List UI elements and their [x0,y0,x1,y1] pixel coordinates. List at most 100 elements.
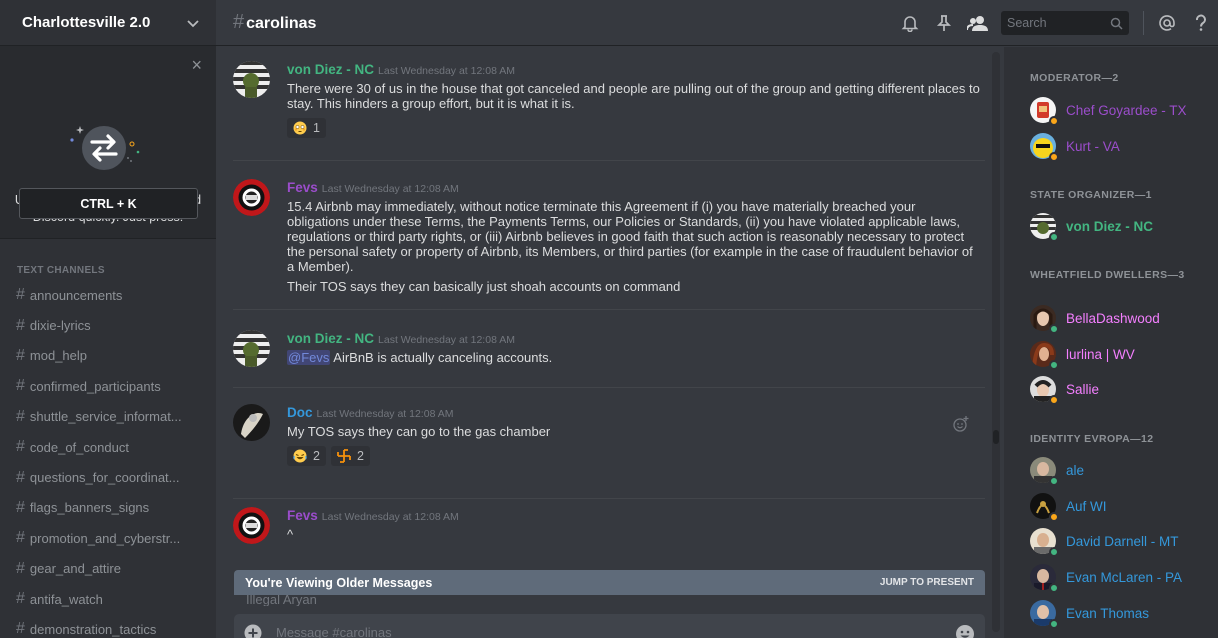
message-timestamp: Last Wednesday at 12:08 AM [378,65,515,77]
member-name: Kurt - VA [1066,138,1120,154]
role-header: IDENTITY EVROPA—12 [1030,433,1154,445]
chevron-down-icon [187,19,199,27]
channel-item[interactable]: # antifa_watch [0,584,216,614]
add-reaction-icon[interactable] [953,416,969,432]
reaction-count: 2 [356,449,364,463]
channel-item[interactable]: # gear_and_attire [0,554,216,584]
upload-plus-icon[interactable] [244,624,262,638]
message-author[interactable]: Doc [287,405,313,420]
member-item[interactable]: BellaDashwood [1030,301,1210,335]
category-text-channels[interactable]: TEXT CHANNELS [0,262,216,280]
older-messages-label: You're Viewing Older Messages [245,575,433,590]
joy-face-icon [293,449,307,463]
member-name: Evan McLaren - PA [1066,569,1183,585]
channel-item[interactable]: # shuttle_service_informat... [0,402,216,432]
avatar[interactable] [233,330,270,367]
status-idle-icon [1049,116,1059,126]
channel-item[interactable]: # announcements [0,280,216,310]
channel-header: # carolinas Search [216,0,1218,46]
member-item[interactable]: Kurt - VA [1030,129,1210,163]
hash-icon: # [16,346,25,364]
message-author[interactable]: Fevs [287,180,318,195]
server-header[interactable]: Charlottesville 2.0 [0,0,216,46]
message-input-placeholder: Message #carolinas [276,625,392,638]
message-text: ^ [287,527,294,542]
search-icon [1110,17,1123,30]
reaction-button[interactable]: 1 [287,118,326,138]
member-item[interactable]: David Darnell - MT [1030,524,1210,558]
channel-item[interactable]: # questions_for_coordinat... [0,462,216,492]
help-icon[interactable] [1184,0,1218,46]
member-item[interactable]: Sallie [1030,372,1210,406]
message-author[interactable]: Fevs [287,508,318,523]
close-icon[interactable]: × [191,56,202,74]
status-idle-icon [1049,152,1059,162]
avatar[interactable] [233,61,270,98]
channel-item[interactable]: # confirmed_participants [0,371,216,401]
status-online-icon [1049,324,1059,334]
avatar [1030,493,1059,522]
channel-item[interactable]: # dixie-lyrics [0,310,216,340]
bell-icon[interactable] [893,0,927,46]
search-input[interactable]: Search [1001,11,1129,35]
members-icon[interactable] [961,0,995,46]
member-item[interactable]: Evan McLaren - PA [1030,560,1210,594]
channel-item[interactable]: # mod_help [0,341,216,371]
status-online-icon [1049,360,1059,370]
at-mentions-icon[interactable] [1150,0,1184,46]
status-online-icon [1049,547,1059,557]
status-idle-icon [1049,395,1059,405]
avatar[interactable] [233,179,270,216]
message-timestamp: Last Wednesday at 12:08 AM [378,334,515,346]
reaction-button[interactable]: 2 [287,446,326,466]
emoji-picker-icon[interactable] [955,624,975,638]
member-name: Auf WI [1066,498,1107,514]
avatar[interactable] [233,507,270,544]
message-text: 15.4 Airbnb may immediately, without not… [287,199,973,274]
message-timestamp: Last Wednesday at 12:08 AM [321,511,459,523]
channel-item[interactable]: # demonstration_tactics [0,614,216,638]
pin-icon[interactable] [927,0,961,46]
older-messages-bar: You're Viewing Older Messages JUMP TO PR… [234,570,985,595]
flushed-face-icon [293,121,307,135]
jump-to-present-button[interactable]: JUMP TO PRESENT [880,577,974,588]
header-toolbar: Search [893,0,1218,46]
channel-sidebar: Charlottesville 2.0 × Use Quick Switcher… [0,0,216,638]
avatar [1030,97,1059,126]
message-body: Fevs Last Wednesday at 12:08 AM 15.4 Airb… [287,179,985,294]
message-divider [233,387,985,388]
message-author[interactable]: von Diez - NC [287,331,374,346]
hash-icon: # [16,620,25,638]
member-name: BellaDashwood [1066,310,1160,326]
member-item[interactable]: lurlina | WV [1030,337,1210,371]
header-divider [1143,11,1144,35]
avatar [1030,376,1059,405]
avatar [1030,457,1059,486]
user-mention[interactable]: @Fevs [287,350,331,365]
scrollbar-track[interactable] [992,52,1000,632]
channel-item[interactable]: # promotion_and_cyberstr... [0,523,216,553]
member-item[interactable]: von Diez - NC [1030,209,1210,243]
member-name: lurlina | WV [1066,346,1135,362]
message-text: There were 30 of us in the house that go… [287,81,980,111]
member-name: ale [1066,462,1085,478]
message-divider [233,498,985,499]
message-body: Fevs Last Wednesday at 12:08 AM ^ [287,507,985,542]
member-item[interactable]: Evan Thomas [1030,596,1210,630]
member-item[interactable]: Chef Goyardee - TX [1030,93,1210,127]
channel-item[interactable]: # code_of_conduct [0,432,216,462]
member-name: Sallie [1066,381,1100,397]
avatar[interactable] [233,404,270,441]
channel-list: TEXT CHANNELS # announcements # dixie-lyri… [0,262,216,638]
member-item[interactable]: ale [1030,453,1210,487]
message-author[interactable]: von Diez - NC [287,62,374,77]
message-input[interactable]: Message #carolinas [234,614,985,638]
member-item[interactable]: Auf WI [1030,489,1210,523]
reaction-button[interactable]: 2 [330,446,370,466]
channel-item[interactable]: # flags_banners_signs [0,493,216,523]
hash-icon: # [16,590,25,608]
hash-icon: # [16,498,25,516]
hash-icon: # [16,468,25,486]
scrollbar-thumb[interactable] [993,430,999,444]
quick-switcher-icon [70,126,140,170]
